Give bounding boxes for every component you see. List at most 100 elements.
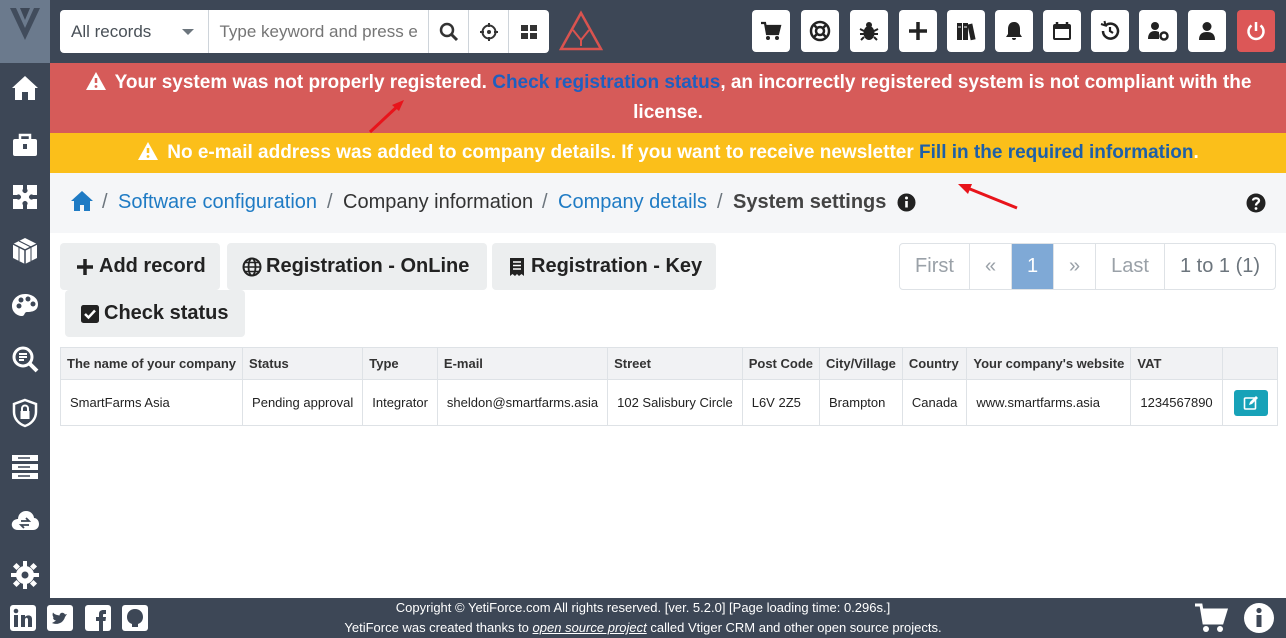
newsletter-alert: No e-mail address was added to company d… — [50, 133, 1286, 173]
cell-street: 102 Salisbury Circle — [607, 379, 743, 426]
column-header[interactable]: Status — [242, 347, 364, 380]
user-menu-button[interactable] — [1188, 10, 1226, 52]
column-header[interactable]: Post Code — [741, 347, 821, 380]
info-circle-icon[interactable] — [1242, 602, 1276, 634]
crosshairs-icon — [479, 22, 498, 41]
registration-key-button[interactable]: Registration - Key — [492, 243, 716, 290]
support-button[interactable] — [801, 10, 839, 52]
pagination-next[interactable]: » — [1054, 244, 1096, 289]
actions-column-header — [1221, 347, 1278, 380]
globe-icon — [242, 257, 262, 276]
knowledge-base-button[interactable] — [947, 10, 985, 52]
cloud-icon[interactable] — [10, 505, 40, 535]
pagination-current-page[interactable]: 1 — [1012, 244, 1054, 289]
column-header[interactable]: VAT — [1130, 347, 1223, 380]
cell-website: www.smartfarms.asia — [966, 379, 1132, 426]
column-header[interactable]: Type — [362, 347, 438, 380]
puzzle-icon[interactable] — [10, 182, 40, 212]
shield-lock-icon[interactable] — [10, 398, 40, 428]
check-status-label: Check status — [104, 302, 229, 324]
server-icon[interactable] — [10, 452, 40, 482]
breadcrumb-software-configuration[interactable]: Software configuration — [118, 191, 317, 214]
receipt-icon — [510, 257, 524, 276]
cart-button[interactable] — [752, 10, 790, 52]
column-header[interactable]: Country — [901, 347, 968, 380]
add-record-label: Add record — [99, 255, 206, 277]
cell-actions — [1221, 379, 1278, 426]
home-icon[interactable] — [10, 73, 40, 103]
breadcrumb-home-icon[interactable] — [70, 190, 94, 218]
advanced-search-button[interactable] — [509, 10, 549, 53]
notifications-button[interactable] — [995, 10, 1033, 52]
calendar-button[interactable] — [1043, 10, 1081, 52]
info-icon[interactable] — [897, 193, 916, 218]
calendar-icon — [1053, 22, 1071, 40]
operator-search-button[interactable] — [469, 10, 510, 53]
registration-alert: Your system was not properly registered.… — [50, 63, 1286, 133]
cart-icon — [761, 21, 782, 40]
pagination-first[interactable]: First — [900, 244, 970, 289]
registration-alert-text-after: , an incorrectly registered system is no… — [633, 72, 1252, 123]
registration-key-label: Registration - Key — [531, 255, 703, 277]
search-report-icon[interactable] — [10, 344, 40, 374]
help-icon[interactable] — [1246, 193, 1266, 219]
check-square-icon — [81, 304, 99, 323]
cube-icon[interactable] — [10, 236, 40, 266]
yetiforce-logo[interactable] — [0, 0, 50, 63]
footer: Copyright © YetiForce.com All rights res… — [0, 598, 1286, 638]
search-button[interactable] — [429, 10, 470, 53]
bug-icon — [859, 22, 879, 41]
newsletter-alert-text-after: . — [1193, 142, 1199, 163]
search-icon — [439, 22, 458, 41]
table-header-row: The name of your company Status Type E-m… — [59, 347, 1278, 380]
pagination-last[interactable]: Last — [1096, 244, 1165, 289]
column-header[interactable]: The name of your company — [59, 347, 244, 380]
column-header[interactable]: Your company's website — [966, 347, 1132, 380]
breadcrumb-separator: / — [542, 191, 548, 213]
breadcrumb-company-details[interactable]: Company details — [558, 191, 707, 214]
record-type-select[interactable]: All records — [60, 10, 210, 53]
column-header[interactable]: E-mail — [436, 347, 609, 380]
history-button[interactable] — [1091, 10, 1129, 52]
edit-button[interactable] — [1233, 389, 1268, 416]
column-header[interactable]: City/Village — [819, 347, 903, 380]
cell-vat: 1234567890 — [1130, 379, 1223, 426]
life-ring-icon — [809, 20, 831, 42]
open-source-link[interactable]: open source project — [533, 620, 647, 635]
pagination-count: 1 to 1 (1) — [1179, 255, 1261, 277]
table-row[interactable]: SmartFarms Asia Pending approval Integra… — [59, 379, 1278, 426]
shop-cart-icon[interactable] — [1194, 602, 1229, 634]
add-record-button[interactable]: Add record — [60, 243, 220, 290]
fill-required-info-link[interactable]: Fill in the required information — [919, 142, 1193, 163]
gears-icon[interactable] — [10, 560, 40, 590]
user-gear-icon — [1148, 22, 1169, 41]
yetiforce-triangle-icon[interactable] — [558, 10, 604, 52]
palette-icon[interactable] — [10, 290, 40, 320]
books-icon — [957, 23, 976, 41]
warning-icon — [138, 142, 159, 160]
user-icon — [1199, 22, 1215, 40]
user-settings-button[interactable] — [1139, 10, 1177, 52]
bell-icon — [1006, 22, 1022, 40]
record-type-value: All records — [71, 22, 152, 41]
breadcrumb-company-information: Company information — [343, 191, 534, 213]
top-header: All records — [50, 0, 1286, 63]
sidebar — [0, 0, 50, 598]
edit-icon — [1243, 395, 1258, 410]
check-status-button[interactable]: Check status — [65, 290, 245, 337]
quick-create-button[interactable] — [899, 10, 937, 52]
grid-icon — [521, 24, 538, 39]
search-input[interactable] — [209, 10, 430, 53]
footer-copyright: Copyright © YetiForce.com All rights res… — [395, 600, 891, 615]
breadcrumb-separator: / — [327, 191, 333, 213]
pagination-prev[interactable]: « — [970, 244, 1012, 289]
briefcase-icon[interactable] — [10, 129, 40, 159]
logout-button[interactable] — [1237, 10, 1275, 52]
column-header[interactable]: Street — [607, 347, 743, 380]
report-bug-button[interactable] — [850, 10, 888, 52]
cell-email: sheldon@smartfarms.asia — [436, 379, 609, 426]
warning-icon — [85, 72, 106, 90]
registration-online-button[interactable]: Registration - OnLine — [227, 243, 487, 290]
check-registration-link[interactable]: Check registration status — [492, 72, 720, 93]
registration-online-label: Registration - OnLine — [266, 255, 470, 277]
